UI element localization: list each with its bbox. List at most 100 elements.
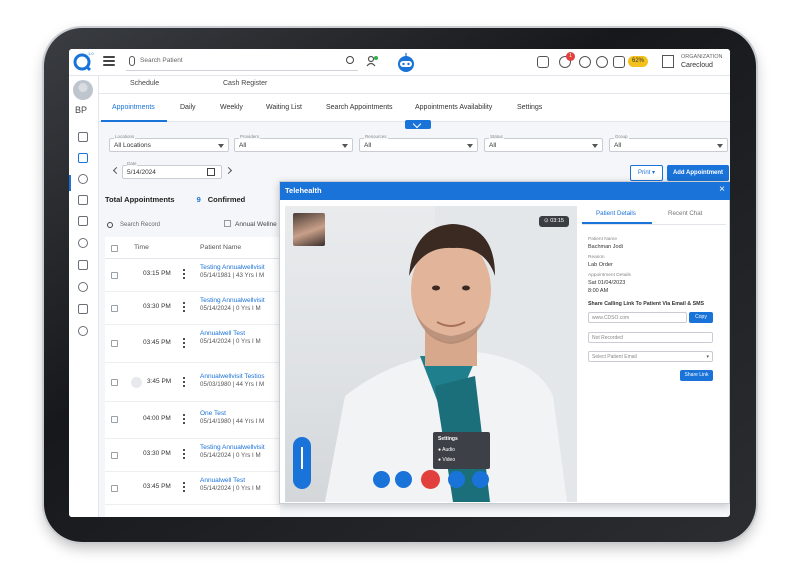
table-row[interactable]: 03:45 PM Annualwell Test 05/14/2024 | 0 … (105, 472, 280, 505)
annual-wellness-filter[interactable]: Annual Wellne (224, 220, 277, 228)
row-checkbox[interactable] (111, 452, 118, 459)
phone-icon[interactable] (131, 377, 142, 388)
next-day-icon[interactable] (224, 166, 233, 175)
calendar-icon[interactable] (207, 168, 215, 176)
tab-search-appointments[interactable]: Search Appointments (326, 104, 393, 111)
patient-name-link[interactable]: One Test (200, 410, 226, 417)
mic-icon[interactable] (129, 56, 135, 66)
filter-locations[interactable]: Locations All Locations (109, 134, 229, 152)
settings-video[interactable]: ● Video (438, 457, 455, 463)
edit-icon[interactable] (78, 304, 88, 314)
add-appointment-button[interactable]: Add Appointment (667, 165, 729, 181)
screen-share-button[interactable] (448, 471, 465, 488)
divider (582, 224, 726, 225)
more-options-icon[interactable] (183, 376, 185, 387)
analytics-icon[interactable] (78, 260, 88, 270)
handshake-icon[interactable] (78, 326, 88, 336)
filter-status[interactable]: Status All (484, 134, 603, 152)
camera-button[interactable] (395, 471, 412, 488)
filter-resources[interactable]: Resources All (359, 134, 478, 152)
patient-name-link[interactable]: Annualwellvisit Testios (200, 373, 265, 380)
select-all-checkbox[interactable] (111, 245, 118, 252)
close-icon[interactable]: × (719, 184, 725, 195)
row-checkbox[interactable] (111, 305, 118, 312)
table-row[interactable]: 3:45 PM Annualwellvisit Testios 05/03/19… (105, 363, 280, 402)
task-progress-badge[interactable]: 62% (628, 56, 648, 67)
row-checkbox[interactable] (111, 272, 118, 279)
patient-name-link[interactable]: Testing Annualwellvisit (200, 297, 265, 304)
more-options-icon[interactable] (183, 301, 185, 312)
mail-icon[interactable] (78, 216, 88, 226)
search-input[interactable]: Search Patient (140, 57, 183, 64)
record-search[interactable]: Search Record (105, 219, 217, 233)
calling-link-input[interactable]: www.CDSO.com (588, 312, 687, 323)
row-checkbox[interactable] (111, 485, 118, 492)
tab-appointments-availability[interactable]: Appointments Availability (415, 104, 492, 111)
tab-waiting-list[interactable]: Waiting List (266, 104, 302, 111)
filter-group[interactable]: Group All (609, 134, 728, 152)
tab-settings[interactable]: Settings (517, 104, 542, 111)
filter-providers[interactable]: Providers All (234, 134, 353, 152)
previous-day-icon[interactable] (112, 166, 121, 175)
row-checkbox[interactable] (111, 416, 118, 423)
share-link-button[interactable]: Share Link (680, 370, 713, 381)
mic-button[interactable] (373, 471, 390, 488)
tab-patient-details[interactable]: Patient Details (596, 210, 636, 217)
table-row[interactable]: 03:30 PM Testing Annualwellvisit 05/14/2… (105, 292, 280, 325)
help-icon[interactable] (596, 56, 608, 68)
patient-email-select[interactable]: Select Patient Email ▾ (588, 351, 713, 362)
date-field[interactable]: Date 5/14/2024 (122, 161, 222, 179)
volume-slider[interactable] (293, 437, 311, 489)
patient-name-link[interactable]: Testing Annualwellvisit (200, 264, 265, 271)
tab-weekly[interactable]: Weekly (220, 104, 243, 111)
menu-icon[interactable] (103, 56, 115, 66)
user-initials[interactable]: BP (75, 105, 87, 115)
self-view-thumbnail[interactable] (293, 213, 325, 246)
avatar[interactable] (73, 80, 93, 100)
patient-name-link[interactable]: Annualwell Test (200, 477, 245, 484)
tab-daily[interactable]: Daily (180, 104, 196, 111)
patient-search[interactable]: Search Patient (126, 53, 358, 71)
row-checkbox[interactable] (111, 379, 118, 386)
document-icon[interactable] (78, 195, 88, 205)
more-options-icon[interactable] (183, 448, 185, 459)
checkbox[interactable] (224, 220, 231, 227)
table-row[interactable]: 03:45 PM Annualwell Test 05/14/2024 | 0 … (105, 325, 280, 363)
calendar-icon[interactable] (78, 153, 88, 163)
org-name[interactable]: Carecloud (681, 62, 713, 69)
add-user-icon[interactable] (366, 55, 378, 67)
subnav-cash-register[interactable]: Cash Register (223, 80, 267, 87)
patient-name-link[interactable]: Annualwell Test (200, 330, 245, 337)
more-options-icon[interactable] (183, 413, 185, 424)
settings-icon[interactable] (78, 282, 88, 292)
settings-audio[interactable]: ● Audio (438, 447, 455, 453)
more-options-icon[interactable] (183, 268, 185, 279)
end-call-button[interactable] (421, 470, 440, 489)
subnav-schedule[interactable]: Schedule (130, 80, 159, 87)
print-button[interactable]: Print ▾ (630, 165, 663, 181)
patient-name-label: Patient Name (588, 237, 618, 242)
alerts-icon[interactable] (579, 56, 591, 68)
table-row[interactable]: 03:30 PM Testing Annualwellvisit 05/14/2… (105, 439, 280, 472)
search-icon[interactable] (346, 56, 354, 64)
more-options-button[interactable] (472, 471, 489, 488)
collapse-filters-button[interactable] (405, 120, 431, 129)
reports-icon[interactable] (78, 238, 88, 248)
messages-icon[interactable] (537, 56, 549, 68)
table-row[interactable]: 04:00 PM One Test 05/14/1980 | 44 Yrs I … (105, 402, 280, 439)
patient-name-link[interactable]: Testing Annualwellvisit (200, 444, 265, 451)
tasks-icon[interactable] (613, 56, 625, 68)
more-options-icon[interactable] (183, 337, 185, 348)
row-checkbox[interactable] (111, 340, 118, 347)
patient-icon[interactable] (78, 174, 88, 184)
table-row[interactable]: 03:15 PM Testing Annualwellvisit 05/14/1… (105, 259, 280, 292)
phone-input[interactable]: Not Recorded (588, 332, 713, 343)
copy-button[interactable]: Copy (689, 312, 713, 323)
dashboard-icon[interactable] (78, 132, 88, 142)
tab-appointments[interactable]: Appointments (112, 104, 155, 111)
confirmed-label[interactable]: Confirmed (208, 195, 246, 204)
more-options-icon[interactable] (183, 481, 185, 492)
assistant-bot-icon[interactable] (396, 52, 416, 73)
search-record-input[interactable]: Search Record (120, 222, 160, 228)
tab-recent-chat[interactable]: Recent Chat (668, 210, 702, 217)
